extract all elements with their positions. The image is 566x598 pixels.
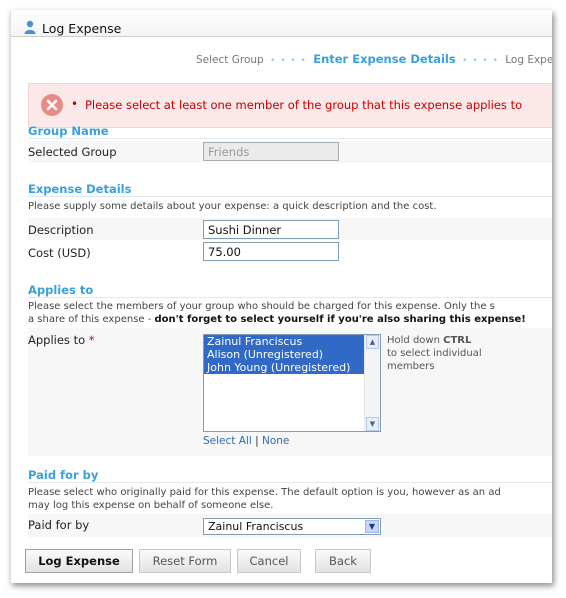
user-icon bbox=[23, 20, 37, 34]
selection-links: Select All | None bbox=[203, 435, 289, 447]
select-all-link[interactable]: Select All bbox=[203, 435, 252, 447]
cancel-button[interactable]: Cancel bbox=[237, 549, 301, 573]
cost-label: Cost (USD) bbox=[28, 246, 91, 260]
member-option[interactable]: John Young (Unregistered) bbox=[204, 361, 365, 374]
section-divider bbox=[28, 297, 552, 298]
listbox-scrollbar[interactable]: ▲ ▼ bbox=[364, 335, 380, 431]
close-circle-icon bbox=[41, 94, 63, 116]
log-expense-window: Log Expense Select Group • • • • Enter E… bbox=[10, 10, 552, 583]
description-input[interactable] bbox=[203, 220, 339, 239]
hint-rest: to select individual members bbox=[387, 348, 482, 372]
reset-form-button[interactable]: Reset Form bbox=[139, 549, 231, 573]
applies-to-heading: Applies to bbox=[28, 283, 94, 297]
hint-prefix: Hold down bbox=[387, 335, 444, 346]
applies-to-label: Applies to * bbox=[28, 333, 95, 347]
cost-input[interactable] bbox=[203, 242, 339, 261]
selected-group-field bbox=[203, 142, 339, 161]
wizard-steps: Select Group • • • • Enter Expense Detai… bbox=[196, 52, 552, 66]
step-separator: • • • • bbox=[462, 56, 499, 66]
group-name-heading: Group Name bbox=[28, 124, 109, 138]
expense-details-description: Please supply some details about your ex… bbox=[28, 201, 437, 212]
paid-for-by-description-line2: may log this expense on behalf of someon… bbox=[28, 500, 274, 511]
applies-to-listbox[interactable]: Zainul Franciscus Alison (Unregistered) … bbox=[203, 334, 381, 432]
title-bar: Log Expense bbox=[11, 10, 552, 37]
paid-for-by-selected: Zainul Franciscus bbox=[208, 520, 304, 533]
applies-to-description-bold: don't forget to select yourself if you'r… bbox=[154, 314, 526, 325]
step-log-expense: Log Expense bbox=[505, 54, 552, 66]
paid-for-by-label: Paid for by bbox=[28, 518, 90, 532]
hint-key: CTRL bbox=[443, 335, 472, 346]
back-button[interactable]: Back bbox=[315, 549, 371, 573]
description-label: Description bbox=[28, 223, 94, 237]
member-option[interactable]: Zainul Franciscus bbox=[204, 335, 365, 348]
link-separator: | bbox=[255, 435, 259, 447]
ctrl-hint: Hold down CTRL to select individual memb… bbox=[387, 334, 507, 373]
applies-to-description-plain: a share of this expense - bbox=[28, 314, 155, 325]
paid-for-by-heading: Paid for by bbox=[28, 468, 99, 482]
step-separator: • • • • bbox=[270, 56, 307, 66]
section-divider bbox=[28, 196, 552, 197]
step-select-group[interactable]: Select Group bbox=[196, 54, 264, 66]
required-marker: * bbox=[88, 333, 95, 347]
error-message-box: • Please select at least one member of t… bbox=[28, 83, 552, 128]
error-bullet: • bbox=[71, 97, 79, 111]
expense-details-heading: Expense Details bbox=[28, 182, 132, 196]
paid-for-by-description-line1: Please select who originally paid for th… bbox=[28, 487, 501, 498]
section-divider bbox=[28, 482, 552, 483]
window-title: Log Expense bbox=[42, 21, 122, 36]
selected-group-label: Selected Group bbox=[28, 145, 117, 159]
member-option[interactable]: Alison (Unregistered) bbox=[204, 348, 365, 361]
select-none-link[interactable]: None bbox=[262, 435, 289, 447]
applies-to-description-line2: a share of this expense - don't forget t… bbox=[28, 314, 526, 325]
applies-to-label-text: Applies to bbox=[28, 333, 86, 347]
step-enter-expense-details: Enter Expense Details bbox=[313, 52, 456, 66]
scroll-down-arrow-icon[interactable]: ▼ bbox=[366, 417, 379, 431]
log-expense-button[interactable]: Log Expense bbox=[25, 549, 133, 573]
chevron-down-icon[interactable]: ▼ bbox=[365, 520, 379, 533]
section-divider bbox=[28, 138, 552, 139]
paid-for-by-select[interactable]: Zainul Franciscus ▼ bbox=[203, 518, 381, 535]
applies-to-description-line1: Please select the members of your group … bbox=[28, 301, 495, 312]
error-message: Please select at least one member of the… bbox=[85, 98, 523, 112]
scroll-up-arrow-icon[interactable]: ▲ bbox=[366, 335, 379, 349]
